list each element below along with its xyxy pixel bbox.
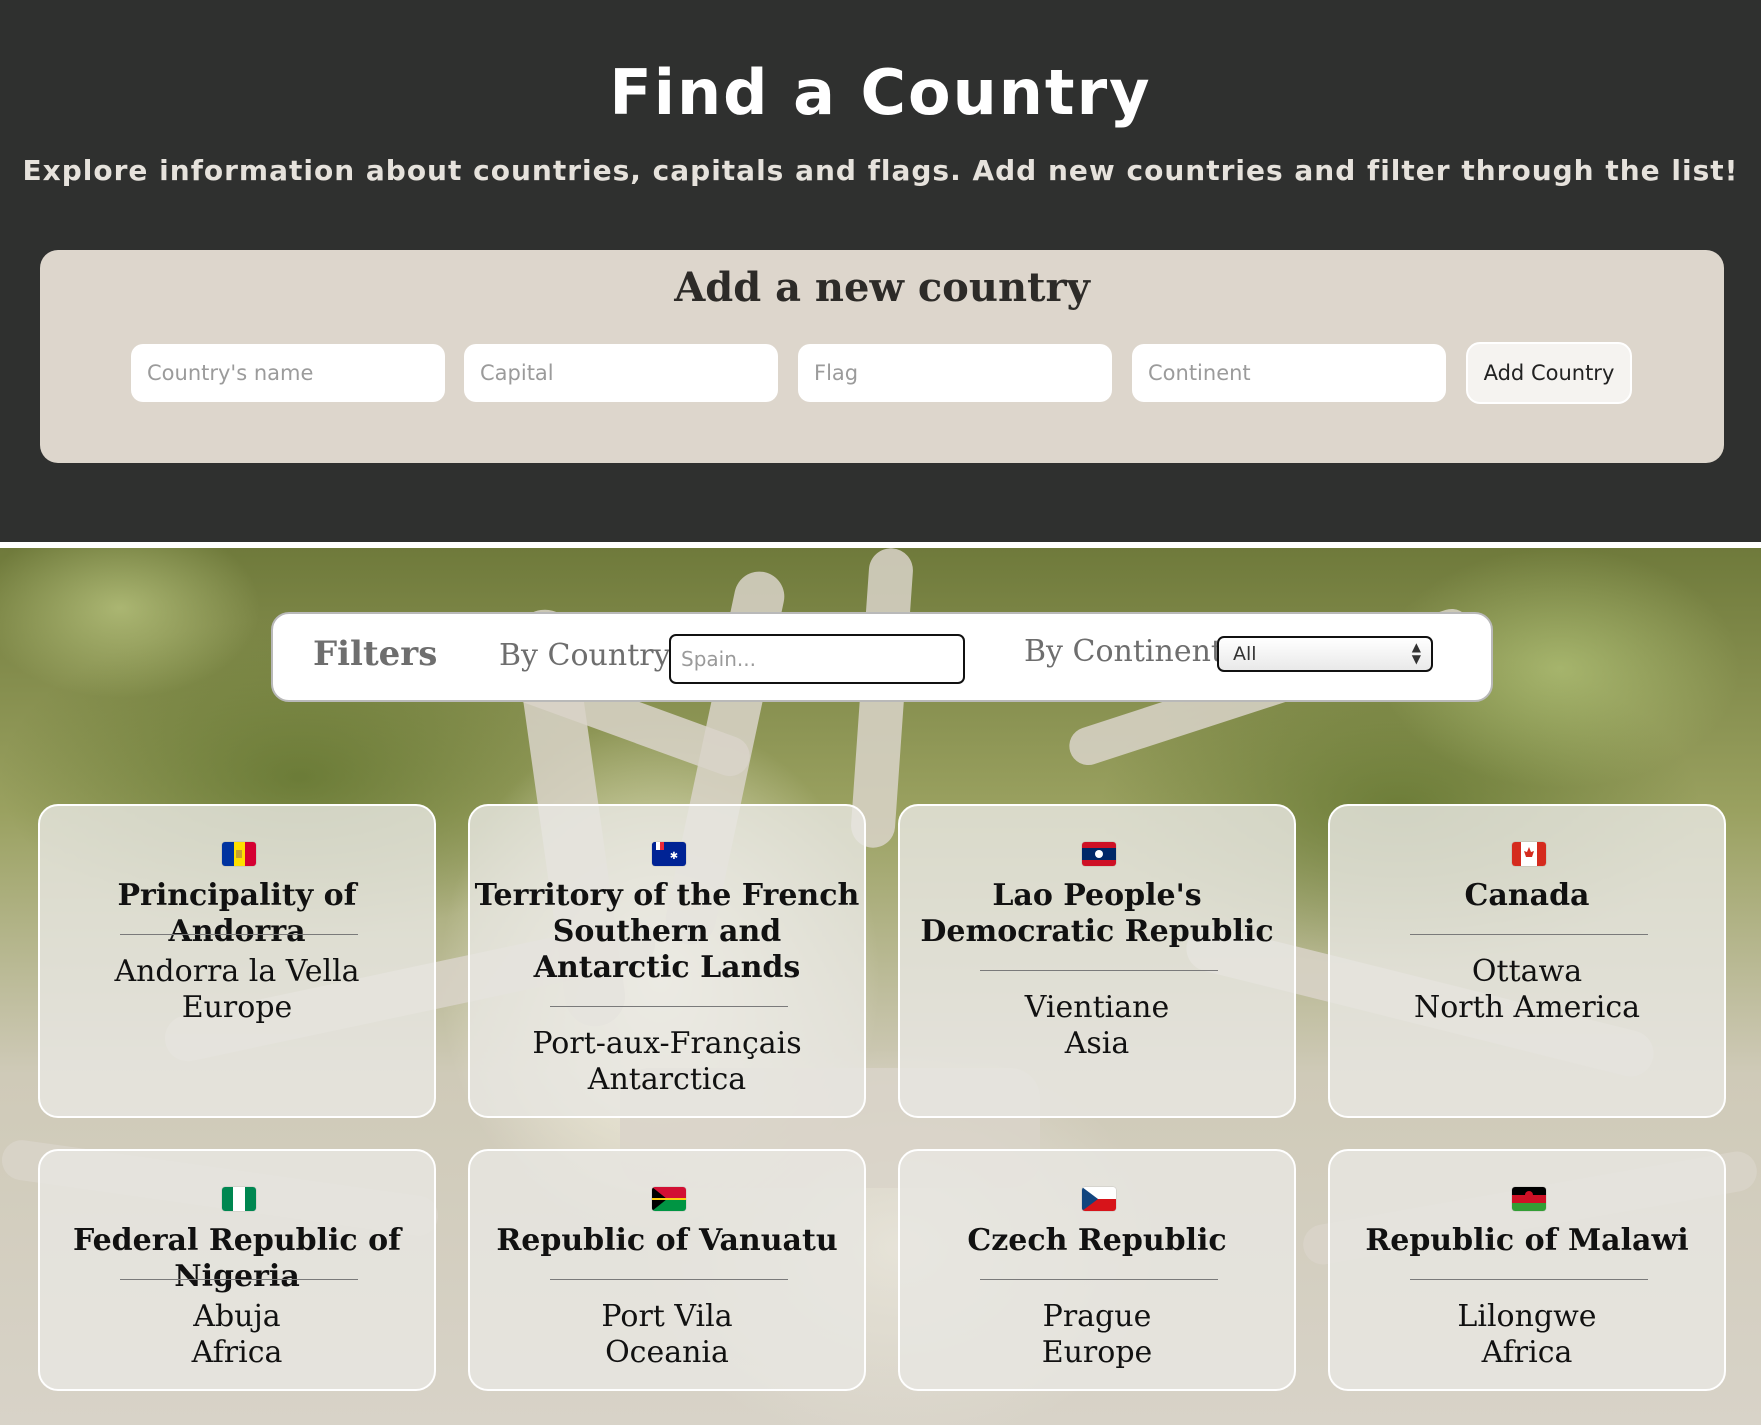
country-name: Federal Republic of Nigeria <box>72 1223 402 1294</box>
by-country-label: By Country <box>499 638 671 673</box>
vanuatu-flag-icon <box>652 1187 686 1211</box>
czech-flag-icon <box>1082 1187 1116 1211</box>
svg-text:✱: ✱ <box>670 851 678 862</box>
country-name: Republic of Vanuatu <box>496 1223 838 1258</box>
country-name: Principality of Andorra <box>117 878 357 949</box>
country-capital: Ottawa <box>1471 954 1583 989</box>
country-card[interactable]: Principality of Andorra Andorra la Vella… <box>38 804 436 1118</box>
country-card[interactable]: Republic of Vanuatu Port Vila Oceania <box>468 1149 866 1391</box>
filters-bar: Filters By Country By Continent All ▲▼ <box>271 612 1493 702</box>
card-divider <box>120 1279 358 1280</box>
filters-title: Filters <box>313 634 438 674</box>
page-subtitle: Explore information about countries, cap… <box>22 154 1739 187</box>
country-card[interactable]: ✱ Territory of the French Southern and A… <box>468 804 866 1118</box>
card-divider <box>980 970 1218 971</box>
country-capital: Abuja <box>193 1299 281 1334</box>
country-capital: Port Vila <box>601 1299 733 1334</box>
add-country-panel: Add a new country Add Country <box>40 250 1724 463</box>
add-country-title: Add a new country <box>674 264 1090 311</box>
continent-select[interactable]: All ▲ ▼ <box>1217 636 1433 672</box>
flag-input[interactable] <box>798 344 1112 402</box>
country-capital: Port-aux-Français <box>532 1026 802 1061</box>
continent-input[interactable] <box>1132 344 1446 402</box>
country-name-input[interactable] <box>131 344 445 402</box>
country-name: Territory of the French Southern and Ant… <box>474 878 860 985</box>
select-arrows-icon: ▲ ▼ <box>1411 640 1421 666</box>
country-continent: Oceania <box>605 1335 729 1370</box>
country-card[interactable]: Lao People's Democratic Republic Vientia… <box>898 804 1296 1118</box>
country-capital: Andorra la Vella <box>114 954 360 989</box>
country-capital: Vientiane <box>1024 990 1170 1025</box>
add-country-button[interactable]: Add Country <box>1466 342 1632 404</box>
country-continent: North America <box>1413 990 1641 1025</box>
laos-flag-icon <box>1082 842 1116 866</box>
card-divider <box>120 934 358 935</box>
country-card[interactable]: Federal Republic of Nigeria Abuja Africa <box>38 1149 436 1391</box>
card-divider <box>980 1279 1218 1280</box>
card-divider <box>550 1006 788 1007</box>
malawi-flag-icon <box>1512 1187 1546 1211</box>
country-continent: Antarctica <box>587 1062 747 1097</box>
country-card[interactable]: Czech Republic Prague Europe <box>898 1149 1296 1391</box>
page-title: Find a Country <box>609 56 1152 129</box>
country-continent: Europe <box>1041 1335 1153 1370</box>
country-continent: Europe <box>181 990 293 1025</box>
card-divider <box>1410 1279 1648 1280</box>
country-name: Republic of Malawi <box>1365 1223 1689 1258</box>
country-continent: Africa <box>1481 1335 1573 1370</box>
country-continent: Asia <box>1064 1026 1130 1061</box>
page-header: Find a Country Explore information about… <box>0 0 1761 542</box>
continent-select-value: All <box>1233 643 1257 665</box>
country-capital: Prague <box>1042 1299 1152 1334</box>
country-card[interactable]: Canada Ottawa North America <box>1328 804 1726 1118</box>
country-name: Czech Republic <box>967 1223 1227 1258</box>
andorra-flag-icon <box>222 842 256 866</box>
canada-flag-icon <box>1512 842 1546 866</box>
by-continent-label: By Continent <box>1024 634 1223 669</box>
country-card[interactable]: Republic of Malawi Lilongwe Africa <box>1328 1149 1726 1391</box>
nigeria-flag-icon <box>222 1187 256 1211</box>
french-southern-lands-flag-icon: ✱ <box>652 842 686 866</box>
capital-input[interactable] <box>464 344 778 402</box>
country-capital: Lilongwe <box>1457 1299 1597 1334</box>
card-divider <box>1410 934 1648 935</box>
country-filter-input[interactable] <box>669 634 965 684</box>
country-name: Canada <box>1464 878 1590 913</box>
country-continent: Africa <box>191 1335 283 1370</box>
country-name: Lao People's Democratic Republic <box>920 878 1274 949</box>
card-divider <box>550 1279 788 1280</box>
